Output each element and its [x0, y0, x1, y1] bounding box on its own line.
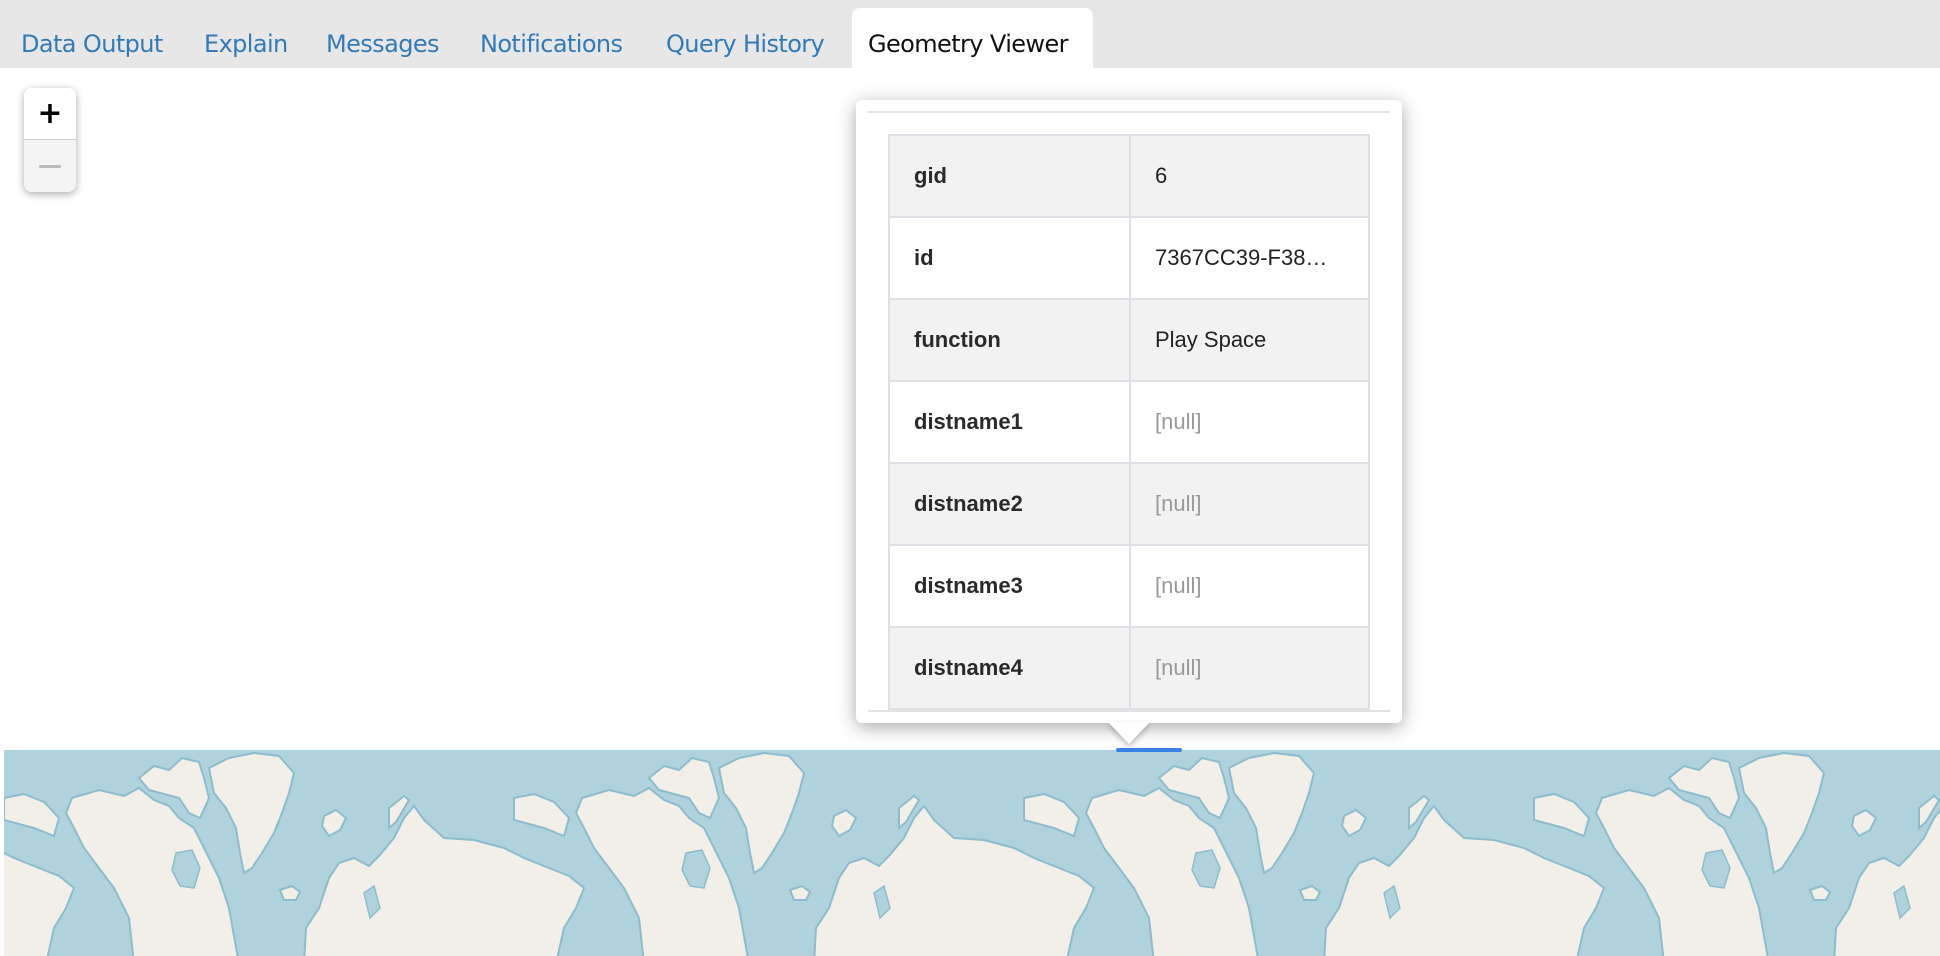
svalbard-landmass	[1850, 808, 1878, 838]
tab-geometry-viewer[interactable]: Geometry Viewer	[852, 8, 1093, 68]
property-row: function Play Space	[888, 298, 1370, 382]
greenland-landmass	[717, 751, 806, 875]
north-america-landmass	[1084, 786, 1259, 956]
property-value-null: [null]	[1129, 626, 1370, 710]
greenland-landmass	[1227, 751, 1316, 875]
property-row: distname1 [null]	[888, 380, 1370, 464]
popup-divider-bottom	[868, 710, 1390, 712]
property-key: distname4	[888, 626, 1131, 710]
north-america-landmass	[574, 786, 749, 956]
result-tabbar: Data Output Explain Messages Notificatio…	[0, 0, 1940, 68]
north-america-landmass	[1594, 786, 1769, 956]
eurasia-landmass	[1833, 809, 1940, 956]
world-map-tiles	[4, 751, 1940, 956]
svalbard-landmass	[830, 808, 858, 838]
east-siberia-landmass	[1533, 792, 1591, 838]
feature-info-popup: gid 6 id 7367CC39-F38… function Play Spa…	[856, 100, 1402, 723]
property-row: distname3 [null]	[888, 544, 1370, 628]
minus-icon	[39, 164, 61, 168]
iceland-landmass	[278, 884, 302, 901]
property-key: distname1	[888, 380, 1131, 464]
property-row: gid 6	[888, 134, 1370, 218]
property-key: function	[888, 298, 1131, 382]
property-key: distname3	[888, 544, 1131, 628]
popup-divider-top	[868, 111, 1390, 113]
property-row: distname4 [null]	[888, 626, 1370, 710]
iceland-landmass	[1808, 884, 1832, 901]
property-key: distname2	[888, 462, 1131, 546]
property-key: id	[888, 216, 1131, 300]
tab-query-history[interactable]: Query History	[666, 8, 825, 68]
map-tile	[1023, 751, 1606, 956]
tab-notifications[interactable]: Notifications	[480, 8, 623, 68]
property-row: id 7367CC39-F38…	[888, 216, 1370, 300]
greenland-landmass	[1737, 751, 1826, 875]
tab-explain[interactable]: Explain	[204, 8, 288, 68]
plus-icon: +	[37, 95, 63, 131]
map-tile	[4, 851, 76, 956]
east-siberia-landmass	[513, 792, 571, 838]
svalbard-landmass	[320, 808, 348, 838]
property-row: distname2 [null]	[888, 462, 1370, 546]
map-tile	[1533, 751, 1940, 956]
selected-geometry[interactable]	[1116, 748, 1182, 752]
map-tiles[interactable]	[4, 750, 1940, 956]
tab-messages[interactable]: Messages	[326, 8, 440, 68]
property-value-null: [null]	[1129, 462, 1370, 546]
popup-pointer-arrow	[1108, 722, 1150, 744]
property-value-null: [null]	[1129, 380, 1370, 464]
popup-properties-scroll[interactable]: gid 6 id 7367CC39-F38… function Play Spa…	[888, 134, 1370, 710]
iceland-landmass	[788, 884, 812, 901]
property-value-null: [null]	[1129, 544, 1370, 628]
zoom-in-button[interactable]: +	[24, 88, 76, 140]
property-value: 7367CC39-F38…	[1129, 216, 1370, 300]
iceland-landmass	[1298, 884, 1322, 901]
property-value: 6	[1129, 134, 1370, 218]
map-tile	[4, 751, 586, 956]
svalbard-landmass	[1340, 808, 1368, 838]
east-siberia-landmass	[4, 792, 61, 838]
east-siberia-landmass	[1023, 792, 1081, 838]
map-tile	[513, 751, 1096, 956]
properties-table: gid 6 id 7367CC39-F38… function Play Spa…	[888, 134, 1370, 710]
greenland-landmass	[207, 751, 296, 875]
zoom-out-button[interactable]	[24, 140, 76, 192]
tab-data-output[interactable]: Data Output	[21, 8, 163, 68]
north-america-landmass	[64, 786, 239, 956]
property-key: gid	[888, 134, 1131, 218]
zoom-control: +	[24, 88, 76, 192]
property-value: Play Space	[1129, 298, 1370, 382]
